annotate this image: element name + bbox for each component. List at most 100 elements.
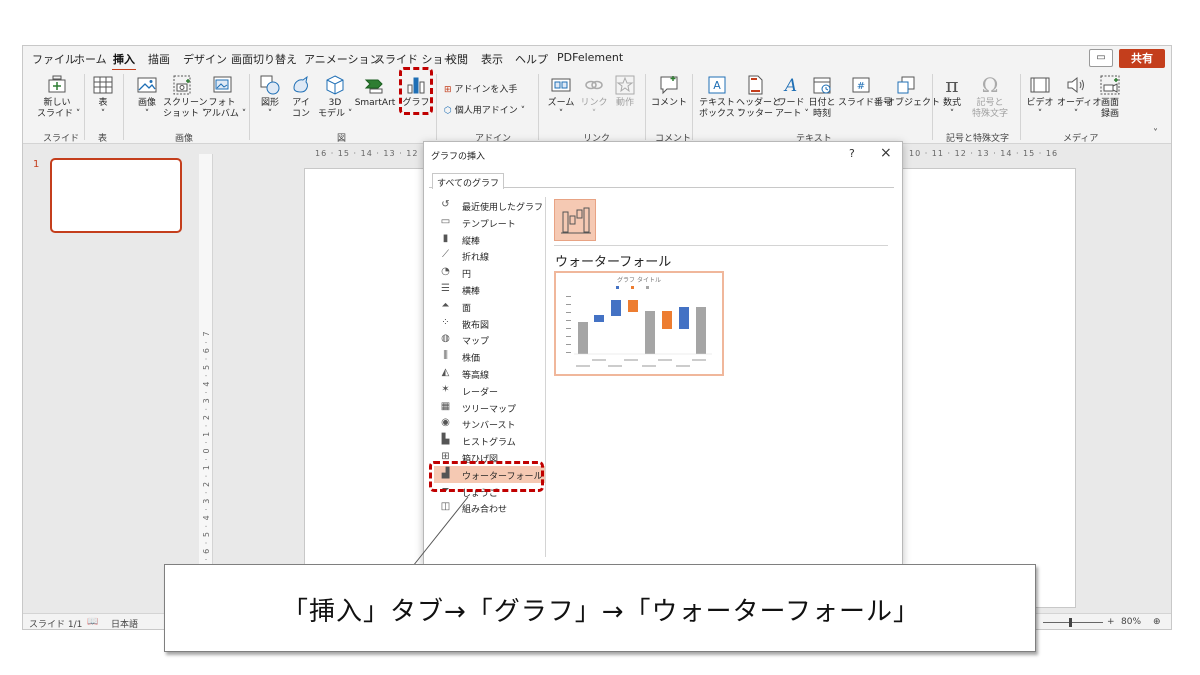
header-footer-button[interactable]: ヘッダーと フッター xyxy=(736,74,781,120)
waterfall-subtype-button[interactable] xyxy=(554,199,596,241)
screen-record-icon xyxy=(1100,75,1120,95)
new-slide-button[interactable]: 新しい スライド ˅ xyxy=(37,74,80,120)
slide-thumbnail-pane: 1 xyxy=(23,145,195,613)
link-button[interactable]: リンク ˅ xyxy=(580,74,608,120)
ribbon-separator xyxy=(692,74,693,140)
equation-label: 数式 ˅ xyxy=(942,98,961,119)
tab-transitions[interactable]: 画面切り替え xyxy=(231,51,297,67)
screenshot-icon xyxy=(173,75,191,95)
action-star-icon xyxy=(615,75,635,95)
smartart-button[interactable]: SmartArt xyxy=(354,74,396,109)
chart-category-radar-chart[interactable]: ✶ レーダー xyxy=(434,382,546,399)
chart-category-line-chart[interactable]: ⟋ 折れ線 xyxy=(434,247,546,264)
new-comment-button[interactable]: コメント xyxy=(651,74,687,109)
chart-category-stock-chart[interactable]: ⫼ 株価 xyxy=(434,348,546,365)
get-addins-button[interactable]: ⊞ アドインを入手 xyxy=(444,82,517,95)
tab-insert[interactable]: 挿入 xyxy=(112,51,136,72)
symbol-button[interactable]: Ω 記号と 特殊文字 xyxy=(971,74,1009,120)
chart-category-histogram-chart[interactable]: ▙ ヒストグラム xyxy=(434,432,546,449)
image-button[interactable]: 画像 ˅ xyxy=(133,74,161,120)
object-icon xyxy=(897,76,915,94)
wordart-button[interactable]: A ワード アート ˅ xyxy=(775,74,809,120)
zoom-level[interactable]: 80% xyxy=(1121,617,1141,627)
textbox-button[interactable]: A テキスト ボックス ˅ xyxy=(699,74,742,120)
chart-category-map-chart[interactable]: ◍ マップ xyxy=(434,331,546,348)
zoom-in-icon[interactable]: + xyxy=(1107,617,1115,627)
chart-category-template[interactable]: ▭ テンプレート xyxy=(434,214,546,231)
icons-button[interactable]: アイ コン xyxy=(287,74,315,120)
language-indicator[interactable]: 日本語 xyxy=(111,617,138,629)
stock-chart-icon: ⫼ xyxy=(443,350,448,362)
calendar-icon xyxy=(813,77,831,94)
table-button[interactable]: 表 ˅ xyxy=(89,74,117,120)
preview-x-labels xyxy=(576,359,706,367)
tab-slideshow[interactable]: スライド ショー xyxy=(374,51,455,67)
collapse-ribbon-icon[interactable]: ˅ xyxy=(1153,128,1158,139)
equation-button[interactable]: π 数式 ˅ xyxy=(939,74,965,120)
object-button[interactable]: オブジェクト xyxy=(886,74,940,109)
screen-recording-button[interactable]: 画面 録画 xyxy=(1097,74,1123,120)
chart-category-scatter-chart[interactable]: ⁘ 散布図 xyxy=(434,315,546,332)
video-button[interactable]: ビデオ ˅ xyxy=(1026,74,1054,120)
tab-home[interactable]: ホーム xyxy=(74,51,107,67)
preview-y-axis-ticks xyxy=(566,296,571,353)
radar-chart-icon: ✶ xyxy=(441,383,450,395)
3d-model-label: 3D モデル ˅ xyxy=(318,98,353,119)
tab-pdfelement[interactable]: PDFelement xyxy=(557,51,623,64)
zoom-slider-knob[interactable] xyxy=(1069,618,1072,627)
tab-help[interactable]: ヘルプ xyxy=(515,51,548,67)
chart-category-treemap-chart[interactable]: ▦ ツリーマップ xyxy=(434,399,546,416)
photo-album-icon xyxy=(213,76,232,93)
waterfall-category-highlight xyxy=(429,461,544,492)
tab-all-charts[interactable]: すべてのグラフ xyxy=(432,173,505,189)
chart-category-area-chart[interactable]: ⏶ 面 xyxy=(434,298,546,315)
comments-button[interactable]: ▭ xyxy=(1089,49,1113,67)
chart-category-pie-chart[interactable]: ◔ 円 xyxy=(434,264,546,281)
accessibility-icon[interactable]: 📖 xyxy=(87,617,98,627)
audio-label: オーディオ ˅ xyxy=(1057,98,1102,119)
video-icon xyxy=(1030,77,1050,93)
ribbon-separator xyxy=(932,74,933,140)
my-addins-button[interactable]: ⬡ 個人用アドイン ˅ xyxy=(444,103,525,116)
slide-thumbnail[interactable] xyxy=(50,158,182,233)
tab-draw[interactable]: 描画 xyxy=(148,51,170,67)
tab-view[interactable]: 表示 xyxy=(481,51,503,67)
share-button[interactable]: 共有 xyxy=(1119,49,1165,68)
zoom-button[interactable]: ズーム ˅ xyxy=(545,74,577,120)
map-chart-icon: ◍ xyxy=(441,333,450,345)
treemap-chart-icon: ▦ xyxy=(440,400,451,412)
waterfall-chart-preview[interactable]: グラフ タイトル xyxy=(554,271,724,376)
tab-animations[interactable]: アニメーション xyxy=(304,51,381,67)
action-button[interactable]: 動作 xyxy=(611,74,639,109)
tab-file[interactable]: ファイル xyxy=(32,51,76,67)
close-button[interactable]: × xyxy=(880,145,892,161)
slide-number-button[interactable]: # スライド番号 xyxy=(838,74,892,109)
chart-category-combo-chart[interactable]: ◫ 組み合わせ xyxy=(434,499,546,516)
chart-category-bar-chart[interactable]: ☰ 横棒 xyxy=(434,281,546,298)
date-time-button[interactable]: 日付と 時刻 xyxy=(808,74,836,120)
new-slide-icon xyxy=(48,75,66,93)
tab-design[interactable]: デザイン xyxy=(183,51,227,67)
shapes-button[interactable]: 図形 ˅ xyxy=(255,74,285,120)
chart-category-recent[interactable]: ↺ 最近使用したグラフ xyxy=(434,197,546,214)
photo-album-button[interactable]: フォト アルバム ˅ xyxy=(203,74,246,120)
table-label: 表 ˅ xyxy=(98,98,108,119)
area-chart-icon: ⏶ xyxy=(441,299,450,311)
dialog-title: グラフの挿入 xyxy=(431,152,486,162)
ribbon-separator xyxy=(123,74,124,140)
chart-category-surface-chart[interactable]: ◭ 等高線 xyxy=(434,365,546,382)
chart-category-sunburst-chart[interactable]: ◉ サンバースト xyxy=(434,415,546,432)
screenshot-button[interactable]: スクリーン ショット ˅ xyxy=(163,74,208,120)
group-images-label: 画像 xyxy=(175,134,194,144)
help-button[interactable]: ? xyxy=(849,147,855,160)
zoom-slider[interactable] xyxy=(1043,622,1103,623)
chart-category-column-chart[interactable]: ▮ 縦棒 xyxy=(434,231,546,248)
get-addins-label: アドインを入手 xyxy=(454,85,518,95)
fit-to-window-icon[interactable]: ⊕ xyxy=(1153,617,1161,627)
recent-icon: ↺ xyxy=(441,199,450,210)
bar-chart-icon: ☰ xyxy=(441,282,450,294)
chart-type-divider xyxy=(554,245,888,246)
audio-button[interactable]: オーディオ ˅ xyxy=(1057,74,1101,120)
3d-model-button[interactable]: 3D モデル ˅ xyxy=(318,74,352,120)
tab-review[interactable]: 校閲 xyxy=(446,51,468,67)
